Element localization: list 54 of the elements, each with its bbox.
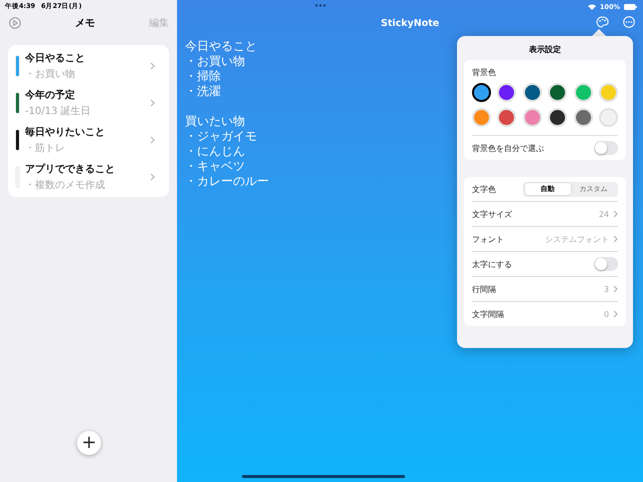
setting-label: 行間隔 [472, 284, 496, 294]
chevron-icon [150, 136, 155, 144]
note-line: 買いたい物 [185, 114, 245, 129]
note-line: ・にんじん [185, 144, 245, 159]
note-line: ・ジャガイモ [185, 129, 257, 144]
setting-label: フォント [472, 234, 504, 244]
memo-title: アプリでできること [25, 162, 116, 176]
setting-label: 文字色 [472, 184, 496, 194]
app-title: StickyNote [380, 18, 440, 28]
setting-value: システムフォント [545, 234, 609, 244]
setting-label: 背景色 [472, 67, 497, 78]
memo-title: 毎日やりたいこと [25, 126, 106, 138]
memo-preview: ・お買い物 [25, 68, 76, 80]
battery-icon [624, 4, 637, 10]
memo-title: 今日やること [25, 52, 86, 64]
chevron-icon [613, 310, 618, 318]
sidebar-title: メモ [75, 17, 95, 30]
note-line: ・掃除 [185, 69, 221, 84]
memo-item[interactable]: 今日やること ・お買い物 [8, 47, 169, 84]
memo-item[interactable]: 今年の予定 -10/13 誕生日 [8, 84, 169, 121]
memo-preview: -10/13 誕生日 [25, 104, 92, 118]
chevron-icon [613, 210, 618, 218]
setting-value: 24 [598, 210, 609, 218]
chevron-icon [613, 285, 618, 293]
chevron-icon [150, 98, 155, 106]
setting-label: 文字サイズ [472, 208, 512, 220]
memo-item[interactable]: アプリでできること ・複数のメモ作成 [8, 158, 169, 195]
add-button[interactable]: + [77, 431, 101, 455]
setting-value: 0 [604, 310, 609, 318]
memo-title: 今年の予定 [25, 88, 76, 102]
toggle-switch[interactable] [594, 141, 618, 155]
setting-label: 文字間隔 [472, 308, 504, 320]
setting-label: 背景色を自分で選ぶ [472, 142, 544, 154]
palette-icon[interactable] [596, 16, 609, 28]
multitask-icon[interactable] [315, 4, 326, 7]
more-icon[interactable] [623, 16, 635, 28]
memo-item[interactable]: 毎日やりたいこと ・筋トレ [8, 121, 169, 158]
wifi-icon [588, 4, 596, 10]
toggle-switch[interactable] [594, 257, 618, 271]
popover-title: 表示設定 [528, 44, 562, 55]
memo-preview: ・筋トレ [25, 142, 66, 154]
chevron-icon [150, 62, 155, 70]
note-line: ・お買い物 [185, 54, 245, 69]
note-line: ・キャベツ [185, 159, 245, 174]
setting-label: 太字にする [472, 258, 512, 270]
note-line: ・洗濯 [185, 84, 221, 99]
note-line: ・カレーのルー [185, 174, 269, 189]
setting-value: 3 [604, 284, 609, 294]
chevron-icon [150, 172, 155, 180]
memo-preview: ・複数のメモ作成 [25, 178, 106, 192]
chevron-icon [613, 235, 618, 243]
color-swatch[interactable] [472, 83, 491, 102]
note-line: 今日やること [185, 39, 257, 54]
play-icon[interactable] [9, 17, 21, 29]
